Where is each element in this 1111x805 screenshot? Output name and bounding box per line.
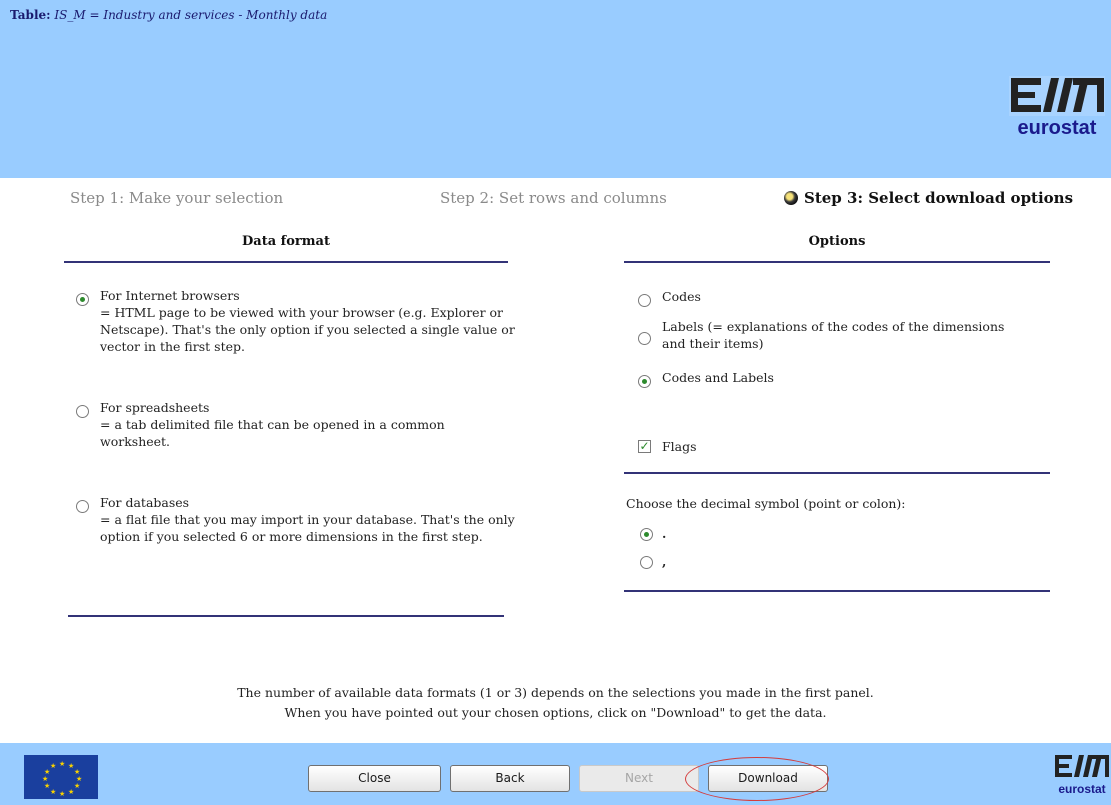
- decimal-prompt: Choose the decimal symbol (point or colo…: [626, 496, 906, 511]
- codes-radio[interactable]: [638, 294, 651, 307]
- download-button[interactable]: Download: [708, 765, 828, 792]
- step-2: Step 2: Set rows and columns: [440, 189, 667, 207]
- format-databases-radio[interactable]: [76, 500, 89, 513]
- eurostat-logo-small-text: eurostat: [1058, 782, 1105, 796]
- labels-label: Labels (= explanations of the codes of t…: [662, 319, 1005, 351]
- format-internet-browsers-title: For Internet browsers: [100, 288, 240, 303]
- next-button[interactable]: Next: [579, 765, 699, 792]
- data-format-top-rule: [64, 261, 508, 263]
- format-internet-browsers-desc: = HTML page to be viewed with your brows…: [100, 305, 515, 354]
- step-1: Step 1: Make your selection: [70, 189, 284, 207]
- table-name: IS_M = Industry and services - Monthly d…: [54, 8, 328, 22]
- footer-bar: ★ ★ ★ ★ ★ ★ ★ ★ ★ ★ ★ ★ Close Back Next …: [0, 743, 1111, 805]
- step-3-label: Step 3: Select download options: [804, 189, 1074, 207]
- decimal-comma-radio[interactable]: [640, 556, 653, 569]
- header-banner: Table: IS_M = Industry and services - Mo…: [0, 0, 1111, 178]
- back-button[interactable]: Back: [450, 765, 570, 792]
- note-line-2: When you have pointed out your chosen op…: [284, 705, 827, 720]
- wizard-steps: Step 1: Make your selection Step 2: Set …: [0, 183, 1111, 213]
- codes-and-labels-radio[interactable]: [638, 375, 651, 388]
- format-spreadsheets-radio[interactable]: [76, 405, 89, 418]
- flags-label: Flags: [662, 439, 697, 454]
- options-bottom-rule: [624, 590, 1050, 592]
- format-databases-title: For databases: [100, 495, 190, 510]
- options-top-rule: [624, 261, 1050, 263]
- decimal-point-radio[interactable]: [640, 528, 653, 541]
- format-spreadsheets-desc: = a tab delimited file that can be opene…: [100, 417, 445, 449]
- options-heading: Options: [808, 234, 866, 249]
- eurostat-logo-small: eurostat: [1055, 755, 1109, 796]
- format-spreadsheets-option: For spreadsheets = a tab delimited file …: [100, 399, 460, 450]
- format-databases-option: For databases = a flat file that you may…: [100, 494, 520, 545]
- labels-radio[interactable]: [638, 332, 651, 345]
- codes-label: Codes: [662, 289, 701, 304]
- flags-checkbox[interactable]: ✓: [638, 440, 651, 453]
- eurostat-logo-text: eurostat: [1018, 117, 1097, 139]
- decimal-comma-label: ,: [662, 554, 667, 569]
- data-format-bottom-rule: [68, 615, 504, 617]
- table-prefix: Table:: [10, 8, 51, 22]
- note-line-1: The number of available data formats (1 …: [237, 685, 874, 700]
- format-databases-desc: = a flat file that you may import in you…: [100, 512, 515, 544]
- format-internet-browsers-radio[interactable]: [76, 293, 89, 306]
- data-format-heading: Data format: [242, 234, 330, 249]
- eu-flag-icon: ★ ★ ★ ★ ★ ★ ★ ★ ★ ★ ★ ★: [24, 755, 98, 799]
- current-step-bullet-icon: [784, 191, 798, 205]
- decimal-point-label: .: [662, 526, 667, 541]
- format-internet-browsers-option: For Internet browsers = HTML page to be …: [100, 287, 520, 355]
- codes-and-labels-label: Codes and Labels: [662, 370, 774, 385]
- step-3: Step 3: Select download options: [784, 189, 1073, 207]
- table-title: Table: IS_M = Industry and services - Mo…: [10, 8, 327, 22]
- options-middle-rule: [624, 472, 1050, 474]
- eurostat-logo: eurostat: [1009, 76, 1105, 139]
- format-spreadsheets-title: For spreadsheets: [100, 400, 210, 415]
- close-button[interactable]: Close: [308, 765, 441, 792]
